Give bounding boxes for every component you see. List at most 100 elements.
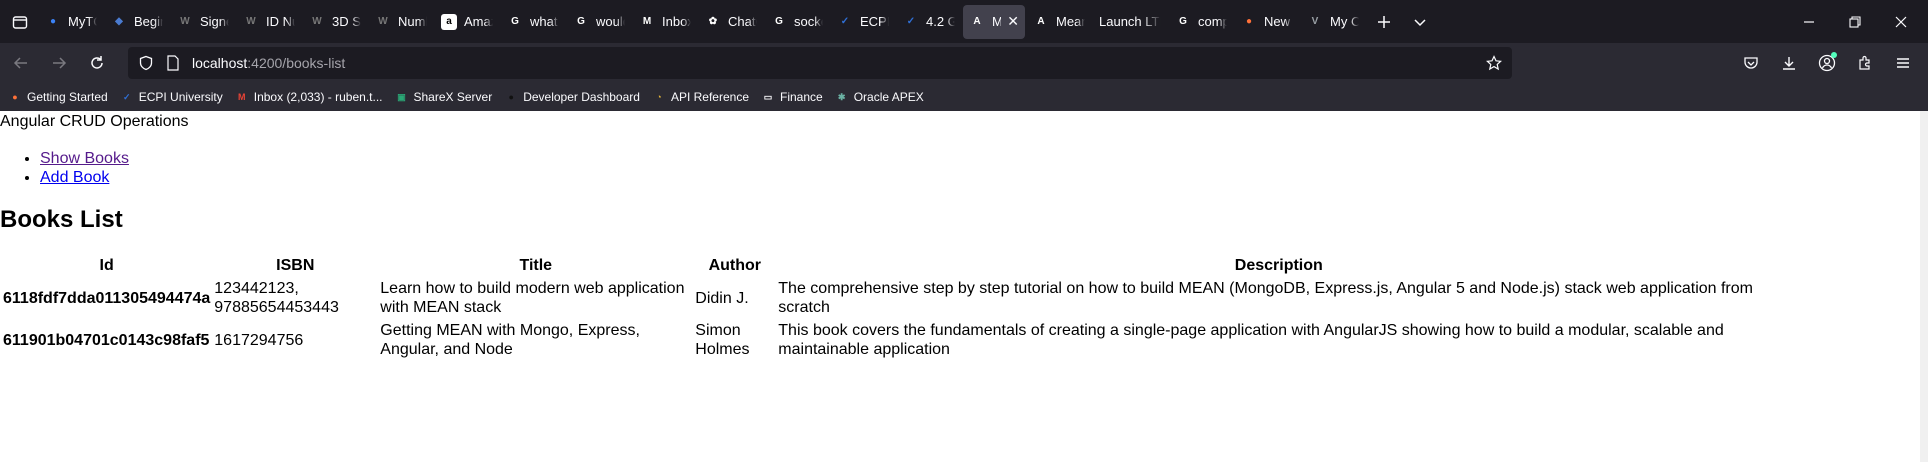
- table-row: 611901b04701c0143c98faf5 1617294756 Gett…: [2, 320, 1780, 360]
- bookmark-star-icon[interactable]: [1486, 55, 1502, 71]
- drop-icon: ◆: [115, 16, 123, 27]
- tab[interactable]: M Inbox (: [633, 5, 697, 39]
- forward-button[interactable]: [42, 47, 76, 79]
- shield-icon: ✓: [840, 16, 850, 27]
- menu-icon[interactable]: [1886, 47, 1920, 79]
- tab-label: would i: [596, 14, 625, 29]
- tab-list-icon[interactable]: [2, 5, 38, 39]
- bookmark-label: Developer Dashboard: [523, 90, 640, 104]
- table-header-row: Id ISBN Title Author Description: [2, 255, 1780, 276]
- tab[interactable]: Gsocket.: [765, 5, 829, 39]
- angular-icon: A: [1037, 16, 1045, 27]
- tab-active[interactable]: A Mea ✕: [963, 4, 1025, 39]
- bookmark-item[interactable]: M Inbox (2,033) - ruben.t...: [235, 90, 383, 104]
- tab-label: Signer's: [200, 14, 229, 29]
- tab[interactable]: ✿ ChatGP: [699, 5, 763, 39]
- shield-icon: ✓: [906, 16, 916, 27]
- v-icon: V: [1311, 16, 1319, 27]
- google-icon: G: [1179, 16, 1187, 27]
- tab[interactable]: Launch LTI: [1093, 5, 1167, 39]
- tab-label: Inbox (: [662, 14, 691, 29]
- tab[interactable]: ✓ ECPI U: [831, 5, 895, 39]
- tab[interactable]: W Signer's: [171, 5, 235, 39]
- url-host: localhost: [192, 55, 248, 71]
- back-button[interactable]: [4, 47, 38, 79]
- w-icon: W: [378, 16, 388, 27]
- restore-button[interactable]: [1832, 0, 1878, 43]
- firefox-icon: ●: [1245, 16, 1253, 27]
- folder-icon: ▭: [763, 91, 773, 102]
- shield-icon: ✓: [122, 91, 131, 102]
- tab[interactable]: ● New Ta: [1235, 5, 1299, 39]
- bookmark-item[interactable]: ▣ ShareX Server: [395, 90, 493, 104]
- angular-icon: A: [973, 16, 981, 27]
- tab-label: Launch LTI: [1099, 14, 1161, 29]
- page-icon: [166, 55, 180, 71]
- column-header-description: Description: [1234, 256, 1323, 274]
- w-icon: W: [246, 16, 256, 27]
- pocket-icon[interactable]: [1734, 47, 1768, 79]
- tab-label: Amazo: [464, 14, 493, 29]
- tab-label: compo: [1198, 14, 1227, 29]
- tab[interactable]: W ID Num: [237, 5, 301, 39]
- bookmark-item[interactable]: ▭ Finance: [761, 90, 823, 104]
- column-header-author: Author: [708, 256, 761, 274]
- tab[interactable]: a Amazo: [435, 5, 499, 39]
- tab[interactable]: ✓ 4.2 Gui: [897, 5, 961, 39]
- close-window-button[interactable]: [1878, 0, 1924, 43]
- firefox-icon: ●: [12, 92, 18, 102]
- reload-button[interactable]: [80, 47, 114, 79]
- tab-label: Numbe: [398, 14, 427, 29]
- bookmark-label: Oracle APEX: [853, 90, 924, 104]
- tab-label: what is: [530, 14, 559, 29]
- new-tab-button[interactable]: [1366, 5, 1402, 39]
- column-header-title: Title: [519, 256, 553, 274]
- tab[interactable]: ● MyTCC: [39, 5, 103, 39]
- site-info-icon[interactable]: [138, 55, 154, 71]
- tab-label: ECPI U: [860, 14, 889, 29]
- apex-icon: ✱: [837, 91, 846, 102]
- bookmark-item[interactable]: ✓ ECPI University: [120, 90, 223, 104]
- tab-label: New Ta: [1264, 14, 1293, 29]
- bookmark-item[interactable]: ✱ Oracle APEX: [835, 90, 924, 104]
- tab[interactable]: W 3D Spa: [303, 5, 367, 39]
- globe-icon: ●: [49, 16, 57, 27]
- extensions-icon[interactable]: [1848, 47, 1882, 79]
- tab[interactable]: ◆ Beginn: [105, 5, 169, 39]
- tab[interactable]: Gcompo: [1169, 5, 1233, 39]
- minimize-button[interactable]: [1786, 0, 1832, 43]
- book-title: Getting MEAN with Mongo, Express, Angula…: [380, 322, 640, 358]
- add-book-link[interactable]: Add Book: [40, 169, 109, 186]
- bookmark-item[interactable]: ● Developer Dashboard: [504, 90, 640, 104]
- bookmark-label: Inbox (2,033) - ruben.t...: [253, 90, 383, 104]
- url-path: :4200/books-list: [247, 55, 346, 71]
- show-books-link[interactable]: Show Books: [40, 150, 129, 167]
- table-row: 6118fdf7dda011305494474a 123442123, 9788…: [2, 278, 1780, 318]
- google-icon: G: [775, 16, 783, 27]
- navigation-toolbar: localhost:4200/books-list: [0, 43, 1928, 83]
- tab[interactable]: W Numbe: [369, 5, 433, 39]
- book-isbn: 1617294756: [214, 331, 304, 349]
- scrollbar[interactable]: [1920, 111, 1928, 462]
- url-bar[interactable]: localhost:4200/books-list: [128, 47, 1512, 79]
- chevron-down-icon[interactable]: [1402, 5, 1438, 39]
- tab[interactable]: A MeanC: [1027, 5, 1091, 39]
- amazon-icon: a: [441, 13, 457, 30]
- downloads-icon[interactable]: [1772, 47, 1806, 79]
- bookmark-item[interactable]: ● Getting Started: [8, 90, 107, 104]
- book-description: The comprehensive step by step tutorial …: [778, 280, 1753, 316]
- bookmarks-toolbar: ● Getting Started ✓ ECPI University M Inbox (…: [0, 83, 1928, 111]
- close-tab-icon[interactable]: ✕: [1007, 13, 1019, 30]
- tab[interactable]: Gwould i: [567, 5, 631, 39]
- bookmark-label: Finance: [780, 90, 823, 104]
- tab[interactable]: Gwhat is: [501, 5, 565, 39]
- list-item: Add Book: [40, 168, 129, 187]
- account-icon[interactable]: [1810, 47, 1844, 79]
- w-icon: W: [312, 16, 322, 27]
- bookmark-label: ShareX Server: [413, 90, 493, 104]
- page-content: Angular CRUD Operations Show Books Add B…: [0, 111, 1920, 462]
- bookmark-item[interactable]: ◔ API Reference: [652, 90, 749, 104]
- bookmark-label: ECPI University: [138, 90, 223, 104]
- tab[interactable]: V My Cita: [1301, 5, 1365, 39]
- book-title: Learn how to build modern web applicatio…: [380, 280, 685, 316]
